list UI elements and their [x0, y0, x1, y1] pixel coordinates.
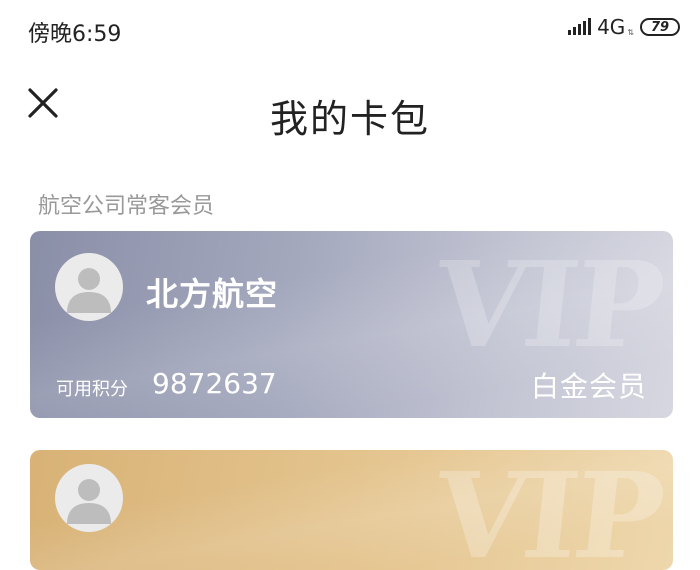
battery-level: 79	[650, 19, 670, 35]
user-icon	[67, 479, 111, 524]
status-indicators: 4G ⇅ 79	[568, 17, 680, 37]
network-type: 4G	[597, 15, 626, 39]
page-title: 我的卡包	[269, 97, 430, 141]
membership-card-gold[interactable]: VIP	[30, 450, 673, 570]
data-activity-icon: ⇅	[627, 28, 634, 37]
status-bar: 傍晚6:59 4G ⇅ 79	[0, 0, 700, 60]
points-label: 可用积分	[56, 379, 128, 400]
vip-watermark: VIP	[428, 450, 667, 570]
avatar	[55, 253, 123, 321]
vip-watermark: VIP	[428, 235, 667, 374]
signal-icon	[568, 18, 592, 35]
airline-name: 北方航空	[146, 275, 279, 313]
status-time: 傍晚6:59	[28, 22, 122, 47]
membership-card-northern-airlines[interactable]: VIP 北方航空 可用积分 9872637 白金会员	[30, 231, 673, 418]
avatar	[55, 464, 123, 532]
user-icon	[67, 268, 111, 313]
section-title: 航空公司常客会员	[38, 194, 215, 219]
membership-tier: 白金会员	[530, 370, 647, 403]
points-value: 9872637	[152, 367, 277, 400]
battery-icon: 79	[640, 18, 680, 36]
